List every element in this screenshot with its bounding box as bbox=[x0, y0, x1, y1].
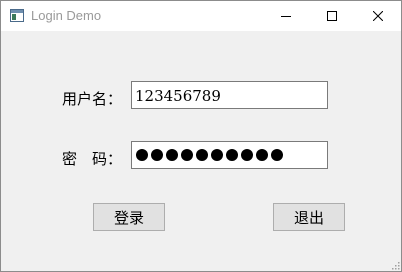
close-icon bbox=[373, 11, 383, 21]
username-label: 用户名： bbox=[62, 90, 123, 108]
password-mask-dot bbox=[181, 149, 193, 161]
password-mask-dot bbox=[211, 149, 223, 161]
quit-button[interactable]: 退出 bbox=[273, 203, 345, 231]
password-mask-dot bbox=[241, 149, 253, 161]
window-title: Login Demo bbox=[31, 8, 102, 23]
maximize-icon bbox=[327, 11, 337, 21]
password-mask-dot bbox=[166, 149, 178, 161]
username-value: 123456789 bbox=[135, 87, 221, 105]
password-mask-dot bbox=[226, 149, 238, 161]
close-button[interactable] bbox=[355, 1, 401, 31]
password-label-part1: 密 bbox=[62, 150, 78, 168]
password-mask-dot bbox=[196, 149, 208, 161]
title-bar[interactable]: Login Demo bbox=[1, 1, 401, 31]
password-field[interactable] bbox=[131, 141, 328, 169]
password-label-part2: 码： bbox=[92, 150, 123, 168]
password-mask-dot bbox=[271, 149, 283, 161]
password-mask-dot bbox=[256, 149, 268, 161]
login-window: Login Demo 用户名： 123456789 密码： 登录 退出 bbox=[0, 0, 402, 272]
resize-grip-icon[interactable] bbox=[390, 260, 400, 270]
password-mask-dot bbox=[151, 149, 163, 161]
login-button[interactable]: 登录 bbox=[93, 203, 165, 231]
password-label: 密码： bbox=[62, 148, 122, 169]
username-field[interactable]: 123456789 bbox=[131, 81, 328, 109]
password-mask bbox=[136, 149, 283, 161]
app-window-icon bbox=[10, 9, 24, 22]
minimize-icon bbox=[281, 16, 291, 17]
maximize-button[interactable] bbox=[309, 1, 355, 31]
minimize-button[interactable] bbox=[263, 1, 309, 31]
password-mask-dot bbox=[136, 149, 148, 161]
